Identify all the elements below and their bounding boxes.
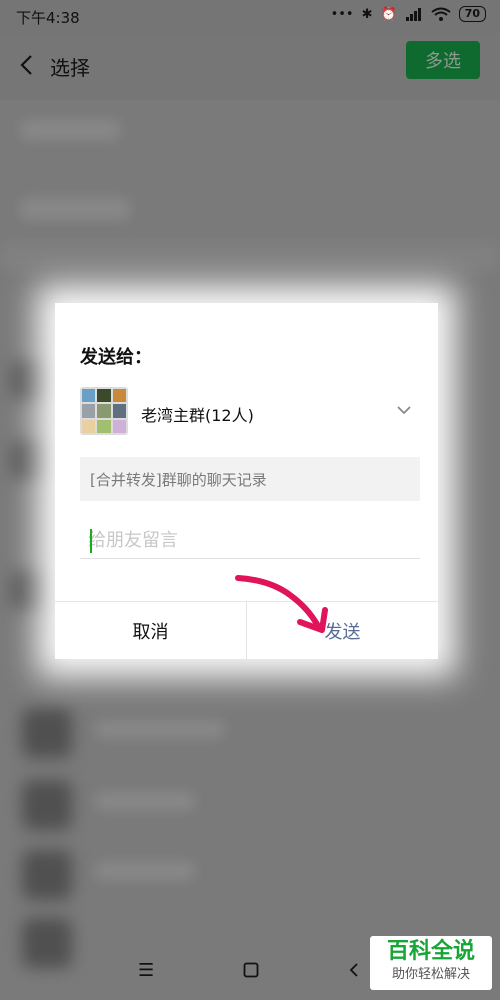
text-cursor xyxy=(90,529,92,553)
message-input[interactable] xyxy=(80,523,420,559)
battery-icon: 70 xyxy=(458,6,486,22)
watermark-subtitle: 助你轻松解决 xyxy=(391,967,470,982)
status-icons: ••• ✱ ⏰ 70 xyxy=(331,6,486,22)
status-bar: 下午4:38 ••• ✱ ⏰ 70 xyxy=(0,0,500,34)
group-avatar xyxy=(80,387,128,435)
top-navbar: 选择 多选 xyxy=(0,34,500,100)
wifi-icon xyxy=(431,7,451,21)
dialog-heading: 发送给： xyxy=(80,347,152,368)
back-nav-icon[interactable] xyxy=(348,962,360,978)
watermark-title: 百科全说 xyxy=(386,939,475,964)
alarm-icon: ⏰ xyxy=(380,6,397,22)
cancel-button[interactable]: 取消 xyxy=(55,602,247,660)
status-time: 下午4:38 xyxy=(16,9,80,27)
signal-icon xyxy=(405,8,421,21)
page-title: 选择 xyxy=(50,56,90,80)
menu-icon[interactable]: ☰ xyxy=(138,960,154,981)
bluetooth-icon: ✱ xyxy=(361,6,373,22)
multi-select-button[interactable]: 多选 xyxy=(406,41,480,79)
chevron-down-icon[interactable] xyxy=(396,403,412,417)
watermark-logo: 百科全说 助你轻松解决 xyxy=(370,936,492,990)
recipient-name: 老湾主群(12人) xyxy=(141,406,254,425)
more-dots-icon: ••• xyxy=(330,6,354,22)
home-icon[interactable] xyxy=(243,962,259,978)
annotation-arrow-icon xyxy=(235,575,328,633)
forwarded-message-preview: [合并转发]群聊的聊天记录 xyxy=(80,457,420,501)
back-arrow-icon[interactable] xyxy=(14,48,42,82)
